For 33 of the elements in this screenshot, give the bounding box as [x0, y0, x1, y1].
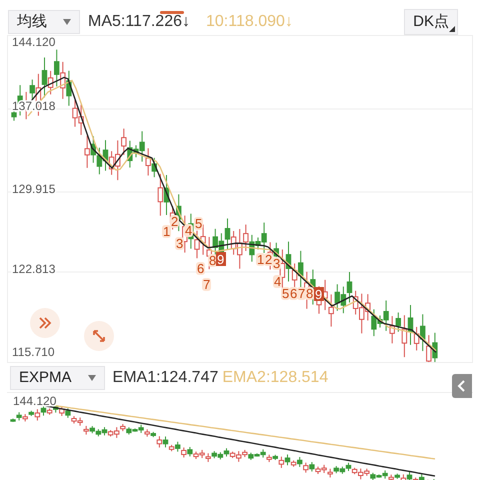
indicator-dropdown[interactable]: EXPMA [10, 366, 105, 390]
price-axis-label: 122.813 [12, 262, 56, 276]
indicator-dropdown[interactable]: 均线 [8, 10, 80, 34]
count-marker: 8 [305, 286, 314, 301]
count-marker: 5 [194, 216, 203, 231]
caret-icon [88, 375, 96, 382]
ma5-value: MA5:117.226↓ [88, 12, 190, 32]
caret-icon [63, 19, 71, 26]
price-axis-label: 115.710 [12, 345, 54, 359]
double-chevron-icon[interactable] [30, 308, 60, 338]
expand-icon[interactable] [84, 321, 114, 351]
price-axis-label: 144.120 [12, 36, 56, 49]
count-marker: 9 [216, 252, 226, 267]
count-marker: 4 [184, 223, 193, 238]
count-marker: 6 [289, 286, 298, 301]
price-axis-label: 144.120 [13, 394, 56, 408]
count-marker: 2 [170, 214, 179, 229]
dk-button[interactable]: DK点 [404, 9, 458, 35]
count-marker: 1 [256, 252, 265, 267]
count-marker: 2 [264, 252, 273, 267]
count-marker: 4 [273, 274, 282, 289]
ema1-value: EMA1:124.747 [112, 368, 218, 388]
count-marker: 5 [281, 286, 290, 301]
collapse-icon[interactable] [452, 374, 472, 398]
count-marker: 9 [314, 287, 324, 302]
count-marker: 7 [202, 277, 211, 292]
count-marker: 1 [162, 224, 171, 239]
price-axis-label: 129.915 [12, 182, 56, 196]
count-marker: 6 [196, 261, 205, 276]
ema2-value: EMA2:128.514 [222, 368, 328, 388]
ma10-value: 10:118.090↓ [206, 12, 293, 32]
count-marker: 3 [272, 256, 281, 271]
count-marker: 3 [175, 236, 184, 251]
